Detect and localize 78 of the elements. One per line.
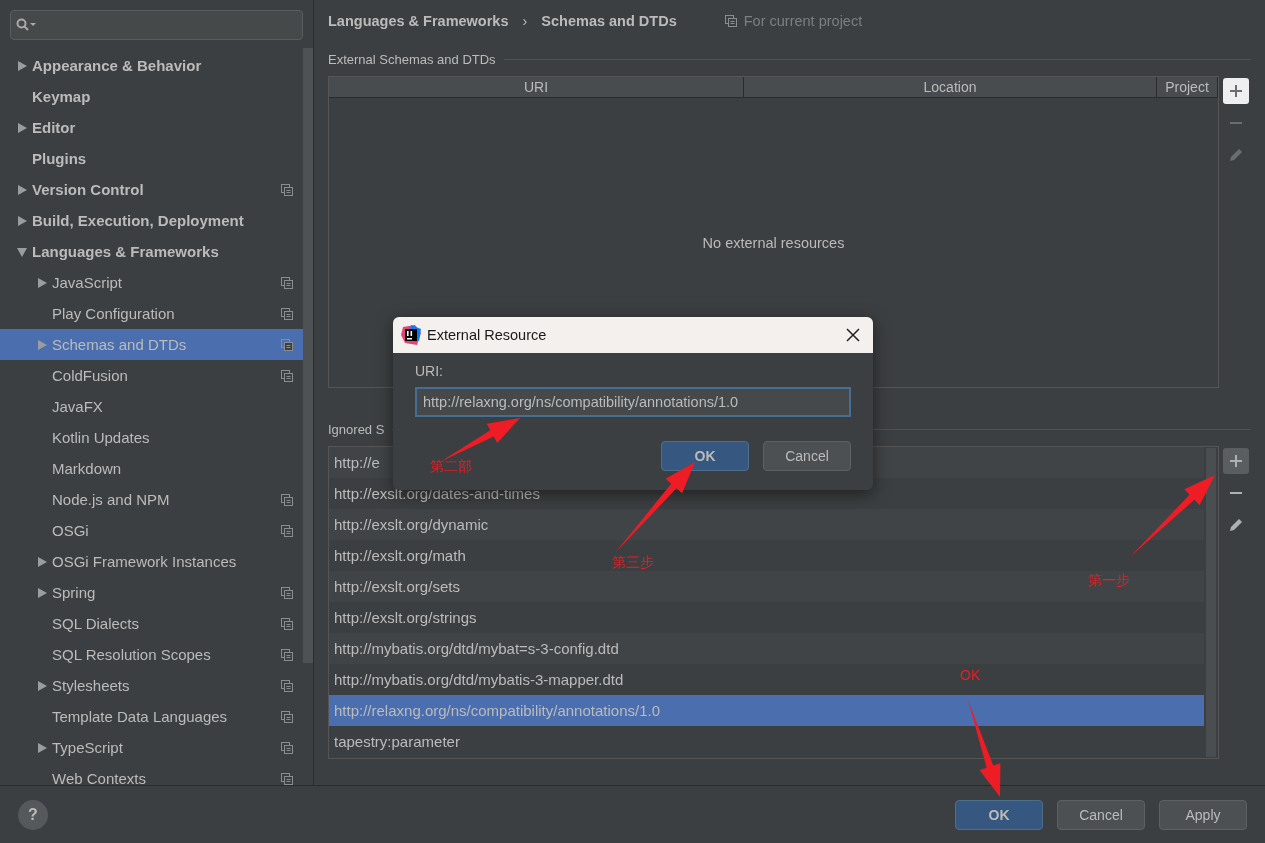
pencil-icon[interactable] [1228, 517, 1244, 533]
settings-tree-item[interactable]: Editor [0, 112, 303, 143]
settings-tree-item[interactable]: Version Control [0, 174, 303, 205]
annotation-text: 第二部 [430, 458, 472, 476]
list-item[interactable]: http://exslt.org/dynamic [334, 516, 489, 533]
app-logo-icon [401, 325, 421, 345]
list-item[interactable]: http://mybatis.org/dtd/mybat=s-3-config.dtd [334, 640, 619, 657]
dialog-button[interactable]: Cancel [763, 441, 851, 471]
settings-tree-item[interactable]: Node.js and NPM [0, 484, 303, 515]
collapsed-arrow-icon[interactable] [17, 60, 27, 71]
settings-tree-item[interactable]: Stylesheets [0, 670, 303, 701]
scope-note: For current project [743, 13, 863, 29]
annotation-text: 第三步 [612, 554, 654, 572]
settings-tree-item[interactable]: Appearance & Behavior [0, 50, 303, 81]
settings-tree-item[interactable]: Build, Execution, Deployment [0, 205, 303, 236]
collapsed-arrow-icon[interactable] [17, 122, 27, 133]
settings-tree-item[interactable]: Template Data Languages [0, 701, 303, 732]
dialog-button[interactable]: OK [661, 441, 749, 471]
dialog-title: External Resource [427, 327, 548, 343]
list-item[interactable]: http://exslt.org/strings [334, 609, 477, 626]
settings-tree-item[interactable]: Markdown [0, 453, 303, 484]
close-icon[interactable] [846, 328, 860, 342]
collapsed-arrow-icon[interactable] [37, 277, 47, 288]
scrollbar[interactable] [1206, 448, 1216, 757]
copy-icon [724, 15, 737, 27]
field-label: URI: [415, 363, 444, 379]
search-icon [16, 18, 36, 32]
pencil-icon[interactable] [1228, 147, 1244, 163]
breadcrumb-item[interactable]: Languages & Frameworks [328, 13, 509, 29]
settings-tree-item[interactable]: Web Contexts [0, 763, 303, 785]
breadcrumb-separator: › [522, 13, 528, 29]
annotation-text: 第一步 [1088, 572, 1130, 590]
collapsed-arrow-icon[interactable] [37, 556, 47, 567]
settings-tree-item[interactable]: Keymap [0, 81, 303, 112]
list-item[interactable]: tapestry:parameter [334, 733, 460, 750]
scrollbar[interactable] [303, 48, 313, 663]
column-header[interactable]: Location [744, 77, 1157, 97]
uri-input-field[interactable]: http://relaxng.org/ns/compatibility/annotations/1.0 [415, 387, 851, 417]
annotation-text: OK [960, 667, 981, 683]
column-header[interactable]: Project [1157, 77, 1218, 97]
section-title: External Schemas and DTDs [328, 51, 496, 67]
section-title: Ignored S [328, 421, 385, 437]
search-field[interactable] [10, 10, 303, 40]
dialog-button[interactable]: OK [955, 800, 1043, 830]
dialog-button[interactable]: Cancel [1057, 800, 1145, 830]
column-header[interactable]: URI [329, 77, 744, 97]
settings-tree-item[interactable]: JavaFX [0, 391, 303, 422]
collapsed-arrow-icon[interactable] [17, 215, 27, 226]
list-item[interactable]: http://exslt.org/sets [334, 578, 460, 595]
settings-tree-item[interactable]: Kotlin Updates [0, 422, 303, 453]
plus-icon[interactable] [1229, 84, 1243, 98]
add-button[interactable] [1223, 448, 1249, 474]
settings-tree-item[interactable]: TypeScript [0, 732, 303, 763]
add-button[interactable] [1223, 78, 1249, 104]
collapsed-arrow-icon[interactable] [37, 680, 47, 691]
settings-tree-item[interactable]: OSGi [0, 515, 303, 546]
settings-tree-item[interactable]: JavaScript [0, 267, 303, 298]
settings-tree-item[interactable]: SQL Dialects [0, 608, 303, 639]
breadcrumb-item[interactable]: Schemas and DTDs [541, 13, 677, 29]
list-item[interactable]: http://exslt.org/math [334, 547, 466, 564]
help-button[interactable]: ? [18, 800, 48, 830]
plus-icon[interactable] [1229, 454, 1243, 468]
collapsed-arrow-icon[interactable] [37, 587, 47, 598]
settings-tree-item[interactable]: SQL Resolution Scopes [0, 639, 303, 670]
settings-tree-item[interactable]: OSGi Framework Instances [0, 546, 303, 577]
collapsed-arrow-icon[interactable] [17, 184, 27, 195]
settings-tree-item[interactable]: Spring [0, 577, 303, 608]
list-item[interactable]: http://e [334, 454, 380, 471]
settings-tree-item[interactable]: ColdFusion [0, 360, 303, 391]
settings-tree-item[interactable]: Play Configuration [0, 298, 303, 329]
dialog-button[interactable]: Apply [1159, 800, 1247, 830]
list-item[interactable]: http://exslt.org/dates-and-times [334, 485, 540, 502]
list-item[interactable]: http://mybatis.org/dtd/mybatis-3-mapper.dtd [334, 671, 624, 688]
empty-message: No external resources [702, 234, 845, 251]
settings-tree-item[interactable]: Languages & Frameworks [0, 236, 303, 267]
expanded-arrow-icon[interactable] [17, 246, 27, 257]
settings-tree-item[interactable]: Plugins [0, 143, 303, 174]
collapsed-arrow-icon[interactable] [37, 742, 47, 753]
